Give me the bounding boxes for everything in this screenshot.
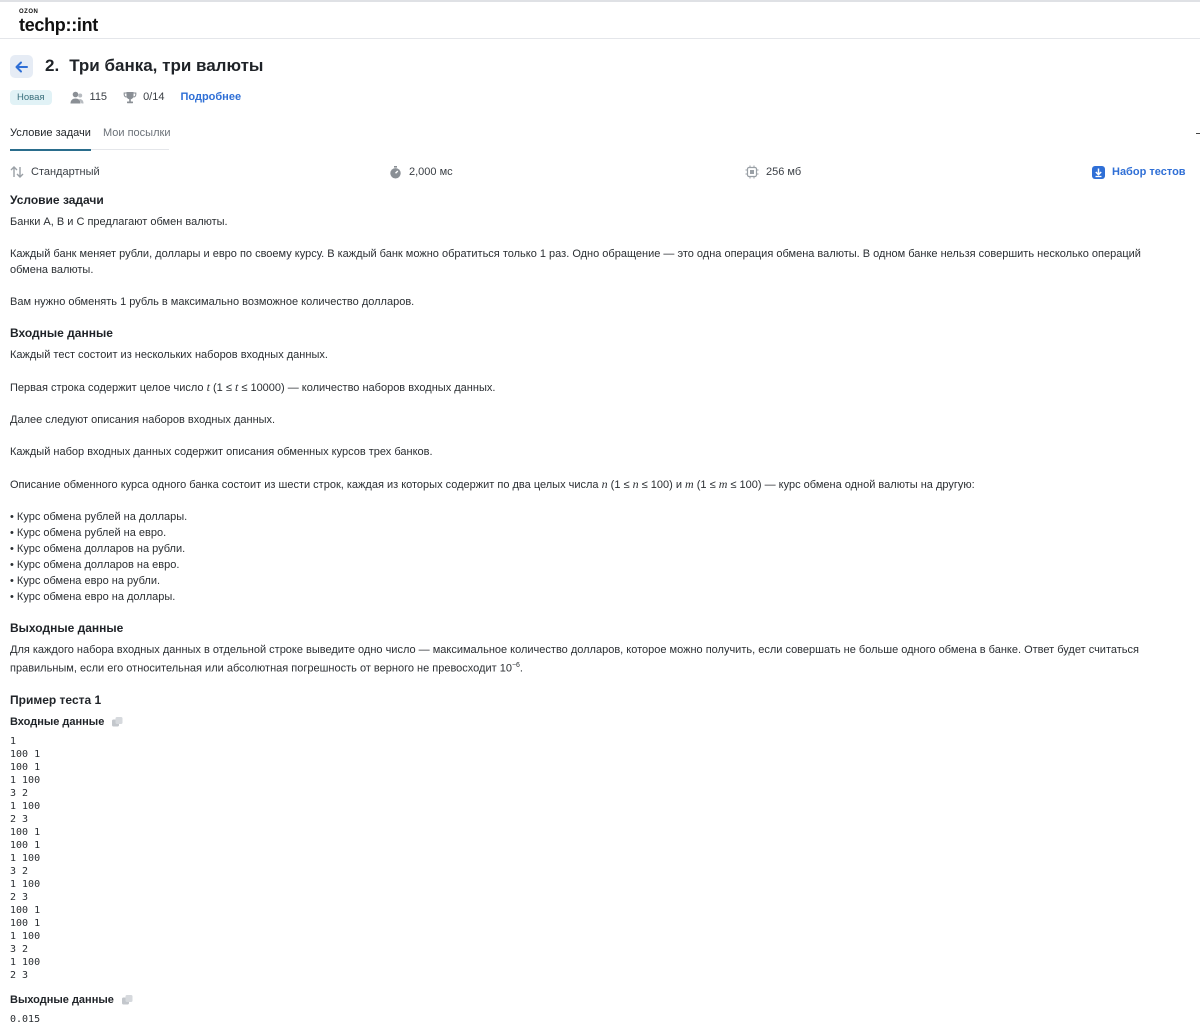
io-mode: Стандартный (10, 165, 100, 179)
tests-download[interactable]: Набор тестов (1092, 165, 1186, 179)
sample-input-label: Входные данные (10, 714, 1160, 730)
input-paragraph: Описание обменного курса одного банка со… (10, 477, 975, 491)
statement-paragraph: Каждый банк меняет рубли, доллары и евро… (10, 248, 1141, 276)
problem-tabs: Условие задачи Мои посылки (10, 127, 170, 151)
app-header: OZON techp::int (0, 2, 1200, 39)
statement-paragraph: Вам нужно обменять 1 рубль в максимально… (10, 296, 415, 308)
status-badge: Новая (10, 89, 52, 105)
list-item: Курс обмена долларов на рубли. (10, 541, 1160, 557)
logo-main-text: techp::int (19, 15, 98, 35)
back-button[interactable] (10, 55, 33, 78)
rates-list: Курс обмена рублей на доллары. Курс обме… (10, 509, 1160, 605)
time-limit: 2,000 мс (389, 165, 453, 179)
input-paragraph: Первая строка содержит целое число t (1 … (10, 380, 496, 394)
techpoint-logo[interactable]: OZON techp::int (19, 9, 98, 35)
trophy-icon (123, 91, 137, 103)
users-icon (70, 91, 84, 103)
tab-statement[interactable]: Условие задачи (10, 127, 91, 151)
problem-statement: Условие задачи Банки A, B и C предлагают… (10, 193, 1160, 1026)
stopwatch-icon (390, 165, 401, 178)
io-mode-value: Стандартный (31, 166, 100, 178)
list-item: Курс обмена евро на рубли. (10, 573, 1160, 589)
memory-limit-value: 256 мб (766, 166, 802, 178)
list-item: Курс обмена евро на доллары. (10, 589, 1160, 605)
download-icon (1092, 165, 1105, 179)
score-value: 0/14 (143, 91, 165, 103)
copy-icon[interactable] (112, 716, 123, 727)
scroll-edge-mark (1196, 133, 1200, 134)
more-details-link[interactable]: Подробнее (180, 91, 241, 103)
tab-my-submissions[interactable]: Мои посылки (103, 127, 170, 149)
problem-meta: Новая 115 0/14 Подробнее (10, 89, 241, 105)
input-paragraph: Каждый тест состоит из нескольких наборо… (10, 349, 328, 361)
chip-icon (745, 165, 759, 179)
tests-set-link[interactable]: Набор тестов (1112, 166, 1186, 178)
output-heading: Выходные данные (10, 621, 124, 635)
input-heading: Входные данные (10, 326, 113, 340)
page-title: 2. Три банка, три валюты (45, 56, 263, 76)
problem-title: Три банка, три валюты (69, 56, 264, 75)
statement-paragraph: Банки A, B и C предлагают обмен валюты. (10, 216, 228, 228)
input-paragraph: Каждый набор входных данных содержит опи… (10, 446, 433, 458)
score: 0/14 (123, 91, 164, 104)
sample-input: 1 100 1 100 1 1 100 3 2 1 100 2 3 100 1 … (10, 735, 41, 981)
input-paragraph: Далее следуют описания наборов входных д… (10, 414, 276, 426)
time-limit-value: 2,000 мс (409, 166, 453, 178)
sample-heading: Пример теста 1 (10, 692, 102, 707)
list-item: Курс обмена рублей на евро. (10, 525, 1160, 541)
arrow-left-icon (15, 61, 28, 72)
copy-icon[interactable] (121, 994, 133, 1005)
statement-heading: Условие задачи (10, 193, 104, 207)
output-paragraph: Для каждого набора входных данных в отде… (10, 644, 1139, 675)
problem-number: 2. (45, 56, 60, 75)
solvers-count: 115 (70, 91, 108, 104)
sample-output: 0.015 (10, 1013, 41, 1025)
memory-limit: 256 мб (745, 165, 801, 179)
list-item: Курс обмена долларов на евро. (10, 557, 1160, 573)
solvers-value: 115 (89, 91, 108, 103)
list-item: Курс обмена рублей на доллары. (10, 509, 1160, 525)
swap-arrows-icon (10, 166, 24, 178)
sample-output-label: Выходные данные (10, 992, 1160, 1008)
